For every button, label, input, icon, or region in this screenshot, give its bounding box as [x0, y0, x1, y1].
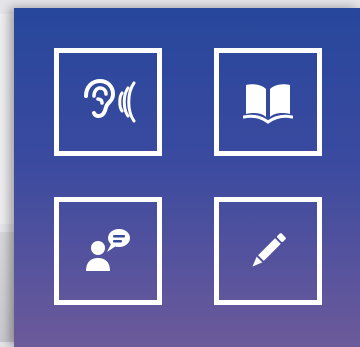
- speaking-tile[interactable]: [54, 197, 162, 305]
- screen: [0, 0, 360, 347]
- listening-tile[interactable]: [54, 48, 162, 156]
- ear-sound-icon: [84, 79, 136, 123]
- person-speech-bubble-icon: [86, 229, 130, 271]
- reading-tile[interactable]: [214, 48, 322, 156]
- pencil-icon: [252, 233, 286, 267]
- open-book-icon: [243, 84, 293, 124]
- writing-tile[interactable]: [214, 197, 322, 305]
- skills-panel: [14, 8, 360, 347]
